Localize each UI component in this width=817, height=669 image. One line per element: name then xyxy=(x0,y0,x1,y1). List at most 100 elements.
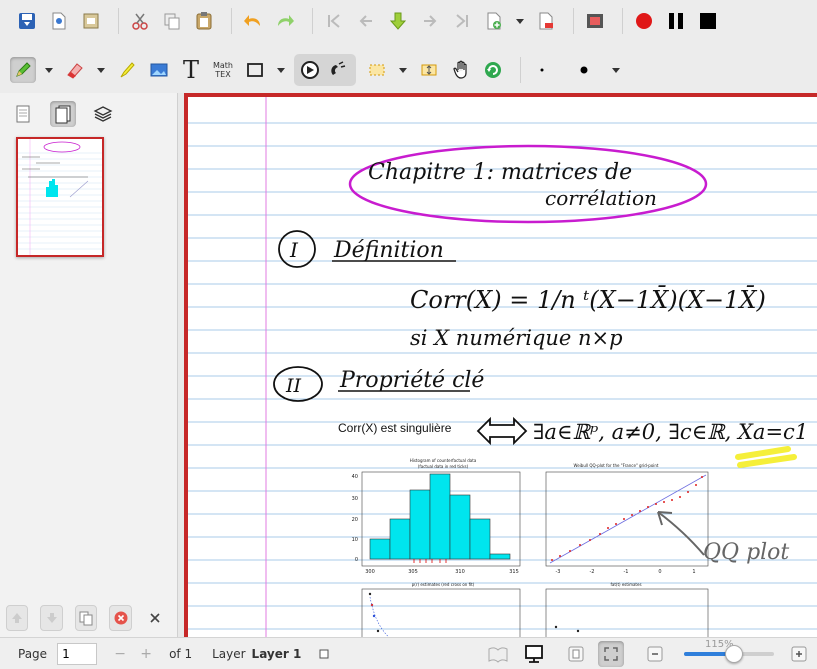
record-icon[interactable] xyxy=(631,8,657,34)
histogram-subtitle: (factual data in red ticks) xyxy=(418,464,469,469)
book-view-icon[interactable] xyxy=(485,641,511,667)
zoom-slider[interactable] xyxy=(684,645,774,663)
toolbar-separator xyxy=(231,8,232,34)
presentation-icon[interactable] xyxy=(521,641,547,667)
qq-title: Weibull QQ-plot for the "France" grid-po… xyxy=(574,463,659,468)
pencil-dropdown[interactable] xyxy=(42,57,56,83)
qq-xtick: -3 xyxy=(556,569,561,575)
new-page-icon[interactable] xyxy=(46,8,72,34)
section2-number: II xyxy=(285,375,302,397)
zoom-out-icon[interactable] xyxy=(642,641,668,667)
undo-icon[interactable] xyxy=(240,8,266,34)
qq-reference-line xyxy=(549,474,707,564)
last-page-icon[interactable] xyxy=(449,8,475,34)
previous-page-icon[interactable] xyxy=(353,8,379,34)
add-page-dropdown[interactable] xyxy=(513,8,527,34)
histogram-title: Histogram of counterfactual data xyxy=(410,458,477,463)
shape-dropdown[interactable] xyxy=(274,57,288,83)
layer-value[interactable]: Layer 1 xyxy=(252,647,302,661)
hand-icon[interactable] xyxy=(448,57,474,83)
annotation-arrow xyxy=(657,511,705,556)
zoom-in-icon[interactable] xyxy=(786,641,812,667)
move-down-icon[interactable] xyxy=(40,605,63,631)
toolbar-separator xyxy=(573,8,574,34)
shape-icon[interactable] xyxy=(242,57,268,83)
toolbar-separator xyxy=(118,8,119,34)
printed-statement: Corr(X) est singulière xyxy=(338,421,452,435)
thumbnail-preview xyxy=(18,139,102,255)
formula: Corr(X) = 1/n ᵗ(X−1X̄)(X−1X̄) xyxy=(410,286,766,314)
highlighter-icon[interactable] xyxy=(114,57,140,83)
rectangle-select-icon[interactable] xyxy=(364,57,390,83)
eraser-icon[interactable] xyxy=(62,57,88,83)
histogram-xtick: 315 xyxy=(509,569,519,575)
tools-toolbar: T Math TEX xyxy=(0,47,817,93)
layer-button[interactable] xyxy=(311,641,337,667)
redo-icon[interactable] xyxy=(272,8,298,34)
layer-label: Layer xyxy=(212,646,246,661)
select-object-icon[interactable] xyxy=(297,57,323,83)
pause-icon[interactable] xyxy=(663,8,689,34)
fit-page-icon[interactable] xyxy=(563,641,589,667)
page-drawing: Chapitre 1: matrices de corrélation I Dé… xyxy=(188,97,817,637)
film-icon[interactable] xyxy=(582,8,608,34)
title-line2: corrélation xyxy=(545,186,657,210)
qq-plot-chart: Weibull QQ-plot for the "France" grid-po… xyxy=(545,463,709,575)
pen-size-medium-icon[interactable] xyxy=(571,57,597,83)
pencil-icon[interactable] xyxy=(10,57,36,83)
next-page-icon[interactable] xyxy=(417,8,443,34)
histogram-xtick: 305 xyxy=(408,569,418,575)
single-page-icon[interactable] xyxy=(10,101,36,127)
close-panel-icon[interactable] xyxy=(144,605,166,631)
duplicate-page-icon[interactable] xyxy=(74,605,98,631)
refresh-icon[interactable] xyxy=(480,57,506,83)
section1-title: Définition xyxy=(333,238,444,263)
text-tool-glyph: T xyxy=(182,56,199,84)
app-window: T Math TEX Chapitre 1: matrices de corré… xyxy=(0,0,817,669)
main-toolbar xyxy=(0,0,817,42)
histogram-xtick: 300 xyxy=(365,569,375,575)
qq-points xyxy=(551,476,703,561)
vertical-space-icon[interactable] xyxy=(416,57,442,83)
page-count: of 1 xyxy=(169,646,193,661)
paste-icon[interactable] xyxy=(191,8,217,34)
page-plus-button[interactable]: + xyxy=(133,643,159,665)
magnet-icon[interactable] xyxy=(325,57,351,83)
histogram-chart: Histogram of counterfactual data (factua… xyxy=(352,458,521,575)
pen-size-dropdown[interactable] xyxy=(609,57,623,83)
eraser-dropdown[interactable] xyxy=(94,57,108,83)
pen-size-small-icon[interactable] xyxy=(529,57,555,83)
document-icon[interactable] xyxy=(78,8,104,34)
rho-title: p(r) estimates (red cross on fit) xyxy=(412,582,475,587)
page-thumbnail[interactable] xyxy=(16,137,104,257)
first-page-icon[interactable] xyxy=(321,8,347,34)
add-page-icon[interactable] xyxy=(481,8,507,34)
image-icon[interactable] xyxy=(146,57,172,83)
page-icon[interactable] xyxy=(50,101,76,127)
zoom-slider-knob[interactable] xyxy=(724,645,743,663)
math-tex-button[interactable]: Math TEX xyxy=(210,57,236,83)
fat-title: fat(t) estimates xyxy=(610,582,641,587)
copy-icon[interactable] xyxy=(159,8,185,34)
annotation-qqplot: QQ plot xyxy=(703,540,789,565)
select-dropdown[interactable] xyxy=(396,57,410,83)
equivalence-text: ∃a∈ℝᵖ, a≠0, ∃c∈ℝ, Xa=c1 xyxy=(533,420,808,444)
page-number-input[interactable] xyxy=(57,642,98,665)
move-up-icon[interactable] xyxy=(6,605,29,631)
section2-title: Propriété clé xyxy=(339,368,484,393)
histogram-bars xyxy=(369,473,511,560)
insert-page-icon[interactable] xyxy=(385,8,411,34)
stop-icon[interactable] xyxy=(695,8,721,34)
toolbar-separator xyxy=(520,57,521,83)
layers-icon[interactable] xyxy=(90,101,116,127)
delete-page-icon[interactable] xyxy=(533,8,559,34)
fullscreen-icon[interactable] xyxy=(598,641,624,667)
text-icon[interactable]: T xyxy=(178,56,204,84)
canvas-area: Chapitre 1: matrices de corrélation I Dé… xyxy=(178,93,817,637)
save-icon[interactable] xyxy=(14,8,40,34)
delete-icon[interactable] xyxy=(109,605,132,631)
page-minus-button[interactable]: − xyxy=(107,643,133,665)
math-tex-label: Math xyxy=(212,61,233,70)
notebook-page[interactable]: Chapitre 1: matrices de corrélation I Dé… xyxy=(184,93,817,637)
cut-icon[interactable] xyxy=(127,8,153,34)
